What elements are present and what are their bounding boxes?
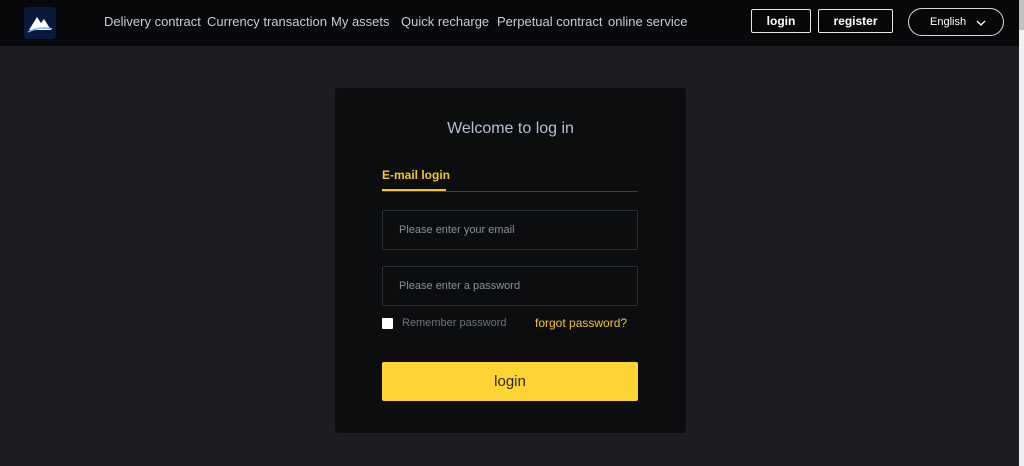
language-selector[interactable]: English [908, 8, 1004, 36]
page-title: Welcome to log in [447, 120, 574, 137]
nav-online-service[interactable]: online service [608, 14, 688, 29]
nav-quick-recharge[interactable]: Quick recharge [401, 14, 489, 29]
language-label: English [930, 16, 967, 28]
nav-currency-transaction[interactable]: Currency transaction [207, 14, 327, 29]
remember-password-label: Remember password [402, 317, 507, 329]
remember-password-checkbox[interactable] [382, 317, 393, 329]
nav-delivery-contract[interactable]: Delivery contract [104, 14, 201, 29]
tab-email-login[interactable]: E-mail login [382, 168, 450, 182]
remember-password-row: Remember password [382, 316, 507, 330]
top-navigation-bar: Delivery contract Currency transaction M… [0, 0, 1019, 46]
login-submit-button[interactable]: login [382, 362, 638, 401]
header-login-button[interactable]: login [751, 9, 811, 33]
scrollbar-thumb[interactable] [1019, 0, 1024, 30]
mountain-logo-icon[interactable] [24, 7, 56, 39]
password-input[interactable] [382, 266, 638, 306]
email-input[interactable] [382, 210, 638, 250]
login-panel: Welcome to log in E-mail login Remember … [335, 88, 686, 433]
chevron-down-icon [976, 18, 986, 30]
tab-divider [382, 191, 638, 192]
forgot-password-link[interactable]: forgot password? [535, 316, 627, 330]
nav-perpetual-contract[interactable]: Perpetual contract [497, 14, 603, 29]
vertical-scrollbar[interactable] [1019, 0, 1024, 466]
nav-my-assets[interactable]: My assets [331, 14, 390, 29]
header-register-button[interactable]: register [818, 9, 893, 33]
